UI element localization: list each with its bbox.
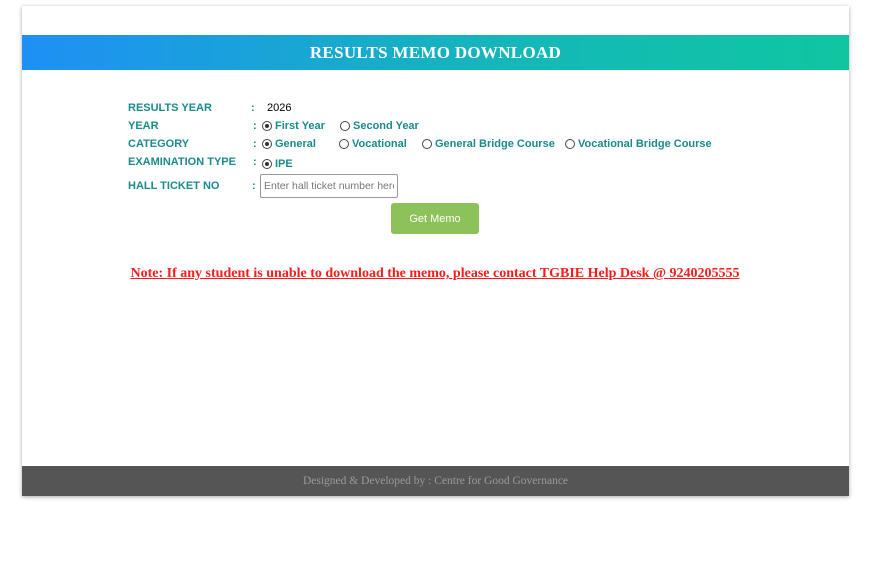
- category-option-vocational-bridge-label: Vocational Bridge Course: [578, 138, 712, 150]
- category-option-vocational[interactable]: Vocational: [339, 138, 407, 150]
- category-option-general-label: General: [275, 138, 316, 150]
- radio-unchecked-icon[interactable]: [340, 121, 350, 131]
- results-year-label: RESULTS YEAR: [128, 102, 212, 114]
- category-option-general-bridge[interactable]: General Bridge Course: [422, 138, 555, 150]
- results-card: RESULTS MEMO DOWNLOAD Designed & Develop…: [22, 6, 849, 496]
- category-label: CATEGORY: [128, 138, 190, 150]
- footer-text: Designed & Developed by : Centre for Goo…: [302, 475, 569, 487]
- results-year-colon: :: [251, 102, 255, 114]
- year-option-second-label: Second Year: [353, 120, 419, 132]
- year-colon: :: [253, 120, 257, 132]
- exam-type-option-ipe[interactable]: IPE: [262, 158, 293, 170]
- category-option-vocational-bridge[interactable]: Vocational Bridge Course: [565, 138, 712, 150]
- year-option-second[interactable]: Second Year: [340, 120, 419, 132]
- category-option-vocational-label: Vocational: [352, 138, 407, 150]
- results-year-value: 2026: [267, 102, 292, 114]
- radio-unchecked-icon[interactable]: [565, 139, 575, 149]
- category-colon: :: [253, 138, 257, 150]
- radio-checked-icon[interactable]: [262, 121, 272, 131]
- hall-ticket-label: HALL TICKET NO: [128, 180, 220, 192]
- exam-type-label: EXAMINATION TYPE: [128, 156, 236, 168]
- hall-ticket-input[interactable]: [260, 174, 398, 198]
- category-option-general[interactable]: General: [262, 138, 316, 150]
- exam-type-option-ipe-label: IPE: [275, 158, 293, 170]
- category-option-general-bridge-label: General Bridge Course: [435, 138, 555, 150]
- hall-ticket-colon: :: [252, 180, 256, 192]
- year-label: YEAR: [128, 120, 159, 132]
- year-option-first[interactable]: First Year: [262, 120, 325, 132]
- radio-unchecked-icon[interactable]: [422, 139, 432, 149]
- year-option-first-label: First Year: [275, 120, 325, 132]
- footer: Designed & Developed by : Centre for Goo…: [22, 466, 849, 496]
- page-header: RESULTS MEMO DOWNLOAD: [22, 35, 849, 70]
- radio-unchecked-icon[interactable]: [339, 139, 349, 149]
- radio-checked-icon[interactable]: [262, 159, 272, 169]
- page-title: RESULTS MEMO DOWNLOAD: [309, 42, 562, 62]
- radio-checked-icon[interactable]: [262, 139, 272, 149]
- help-desk-note: Note: If any student is unable to downlo…: [130, 266, 740, 281]
- get-memo-button[interactable]: Get Memo: [391, 203, 479, 234]
- exam-type-colon: :: [253, 156, 257, 168]
